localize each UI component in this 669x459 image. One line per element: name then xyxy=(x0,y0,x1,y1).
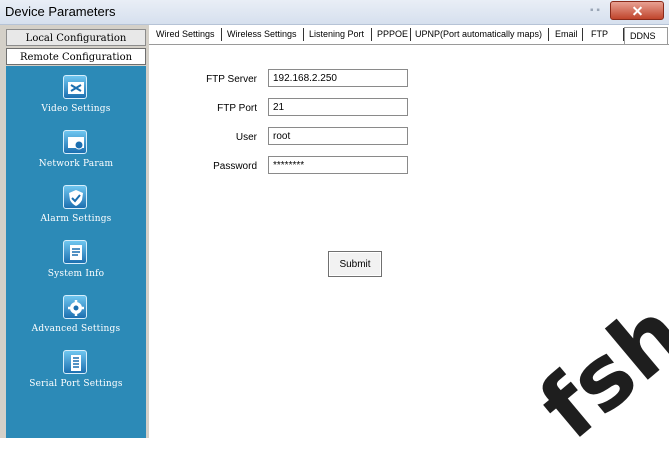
ftp-port-label: FTP Port xyxy=(217,103,257,114)
close-button[interactable] xyxy=(610,1,664,20)
shield-icon xyxy=(63,185,87,209)
sidebar-item-system-info[interactable]: System Info xyxy=(6,240,146,290)
password-label: Password xyxy=(213,161,257,172)
network-icon xyxy=(63,130,87,154)
tab-ftp[interactable]: FTP xyxy=(591,29,608,39)
tab-wireless-settings[interactable]: Wireless Settings xyxy=(227,29,297,39)
remote-config-panel: Video Settings Network Param Alarm Setti… xyxy=(6,66,146,438)
password-input[interactable] xyxy=(268,156,408,174)
sidebar-item-label: Video Settings xyxy=(41,104,111,114)
submit-button[interactable]: Submit xyxy=(328,251,382,277)
sidebar-item-serial-port-settings[interactable]: Serial Port Settings xyxy=(6,350,146,400)
gear-icon xyxy=(63,295,87,319)
sidebar-item-label: Advanced Settings xyxy=(31,324,121,334)
user-input[interactable] xyxy=(268,127,408,145)
sidebar-item-network-param[interactable]: Network Param xyxy=(6,130,146,180)
ftp-server-input[interactable] xyxy=(268,69,408,87)
tab-wired-settings[interactable]: Wired Settings xyxy=(156,29,215,39)
tab-email[interactable]: Email xyxy=(555,29,578,39)
ftp-port-input[interactable] xyxy=(268,98,408,116)
sidebar-item-alarm-settings[interactable]: Alarm Settings xyxy=(6,185,146,235)
tab-pppoe[interactable]: PPPOE xyxy=(377,29,408,39)
tab-ddns-frame: DDNS xyxy=(624,27,668,44)
title-bar: Device Parameters ▪ ▪ xyxy=(0,0,669,25)
sidebar-item-label: Network Param xyxy=(38,159,114,169)
remote-configuration-button[interactable]: Remote Configuration xyxy=(6,48,146,65)
system-info-icon xyxy=(63,240,87,264)
tab-ddns[interactable]: DDNS xyxy=(630,31,656,41)
sidebar-item-label: Alarm Settings xyxy=(40,214,112,224)
local-configuration-button[interactable]: Local Configuration xyxy=(6,29,146,46)
tab-listening-port[interactable]: Listening Port xyxy=(309,29,364,39)
tab-bar: Wired Settings Wireless Settings Listeni… xyxy=(149,25,669,45)
sidebar-item-video-settings[interactable]: Video Settings xyxy=(6,75,146,125)
window-title: Device Parameters xyxy=(5,4,116,19)
sidebar-item-label: Serial Port Settings xyxy=(29,379,123,389)
sidebar-item-advanced-settings[interactable]: Advanced Settings xyxy=(6,295,146,345)
video-settings-icon xyxy=(63,75,87,99)
serial-port-icon xyxy=(63,350,87,374)
window-controls: ▪ ▪ xyxy=(590,5,600,16)
tab-upnp[interactable]: UPNP(Port automatically maps) xyxy=(415,29,542,39)
user-label: User xyxy=(235,132,257,143)
sidebar-item-label: System Info xyxy=(47,269,105,279)
sidebar: Local Configuration Remote Configuration… xyxy=(0,25,149,438)
ftp-server-label: FTP Server xyxy=(206,74,257,85)
